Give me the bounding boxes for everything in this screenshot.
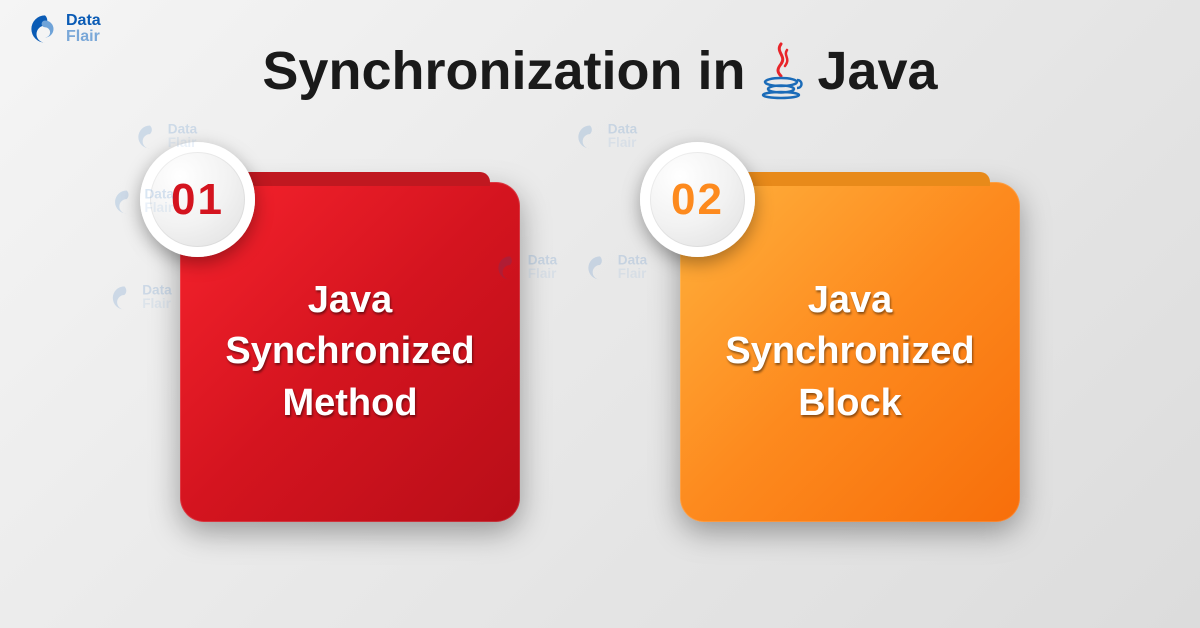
logo-icon (28, 12, 62, 46)
logo-word-data: Data (66, 13, 101, 29)
logo-word-flair: Flair (66, 29, 101, 45)
brand-logo: Data Flair (28, 12, 101, 46)
logo-text: Data Flair (66, 13, 101, 45)
watermark-icon: DataFlair (110, 55, 1038, 540)
